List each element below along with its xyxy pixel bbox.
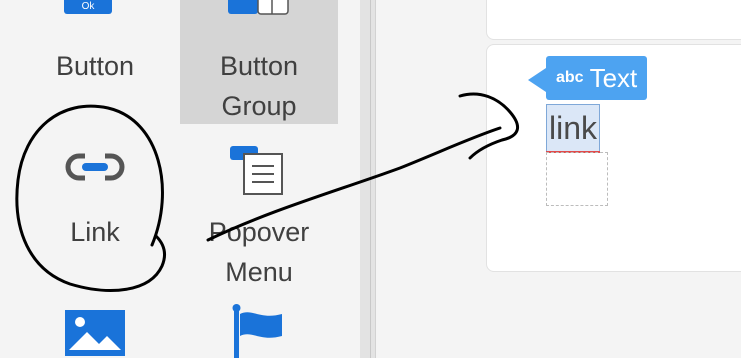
palette-item-button-group[interactable]: Button Group [180,0,338,124]
palette-item-flag[interactable] [180,300,338,358]
canvas-card-top[interactable] [486,0,741,40]
palette-item-label: Button [55,51,135,81]
element-placeholder[interactable] [546,152,608,206]
palette-item-popover-menu[interactable]: Popover Menu [180,130,338,298]
text-type-icon: abc [556,69,584,86]
palette-item-label: Popover [208,217,310,247]
palette-item-image[interactable] [16,300,174,358]
component-palette: Ok Button Group Button Link Popover Menu [0,0,360,358]
tooltip-arrow [528,68,546,92]
palette-item-label: Button [219,51,299,81]
button-group-icon [228,0,289,15]
palette-item-link[interactable]: Link [16,130,174,258]
divider-line [370,0,371,358]
palette-item-label: Link [70,217,120,247]
image-icon [65,310,125,356]
palette-item-label: Group [221,91,297,121]
palette-item-button[interactable]: Button [16,0,174,124]
panel-divider[interactable] [360,0,376,358]
tooltip-label: Text [589,62,638,93]
popover-menu-icon [230,146,283,195]
element-type-tooltip[interactable]: abc Text [546,56,648,100]
link-icon [65,152,125,182]
flag-icon [232,304,282,358]
palette-item-label: Menu [225,257,293,287]
selected-link-text[interactable]: link [546,104,600,153]
